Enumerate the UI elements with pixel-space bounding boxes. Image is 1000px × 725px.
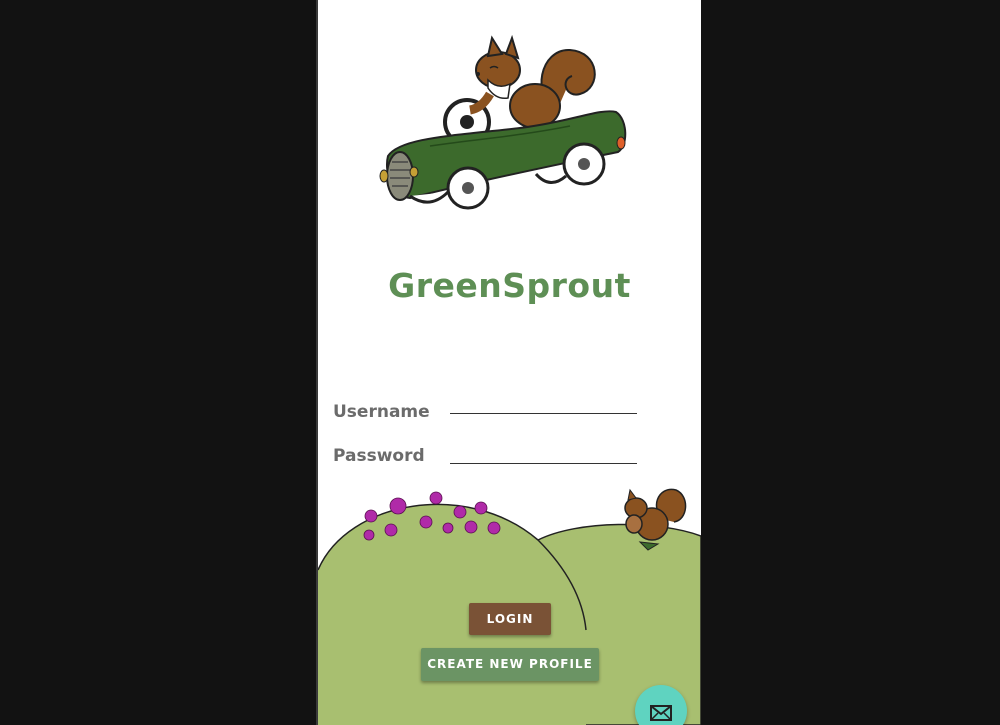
squirrel-driving-car-icon [379, 34, 627, 210]
username-input[interactable] [450, 392, 637, 412]
password-field-underline [450, 442, 637, 464]
app-screen: GreenSprout Username Password LOGIN CREA… [318, 0, 701, 725]
password-label: Password [333, 446, 425, 466]
create-profile-button[interactable]: CREATE NEW PROFILE [421, 648, 599, 681]
username-label: Username [333, 402, 430, 422]
password-input[interactable] [450, 442, 637, 462]
mail-icon [650, 705, 672, 721]
username-field-underline [450, 392, 637, 414]
login-button[interactable]: LOGIN [469, 603, 551, 635]
app-title: GreenSprout [388, 266, 631, 305]
